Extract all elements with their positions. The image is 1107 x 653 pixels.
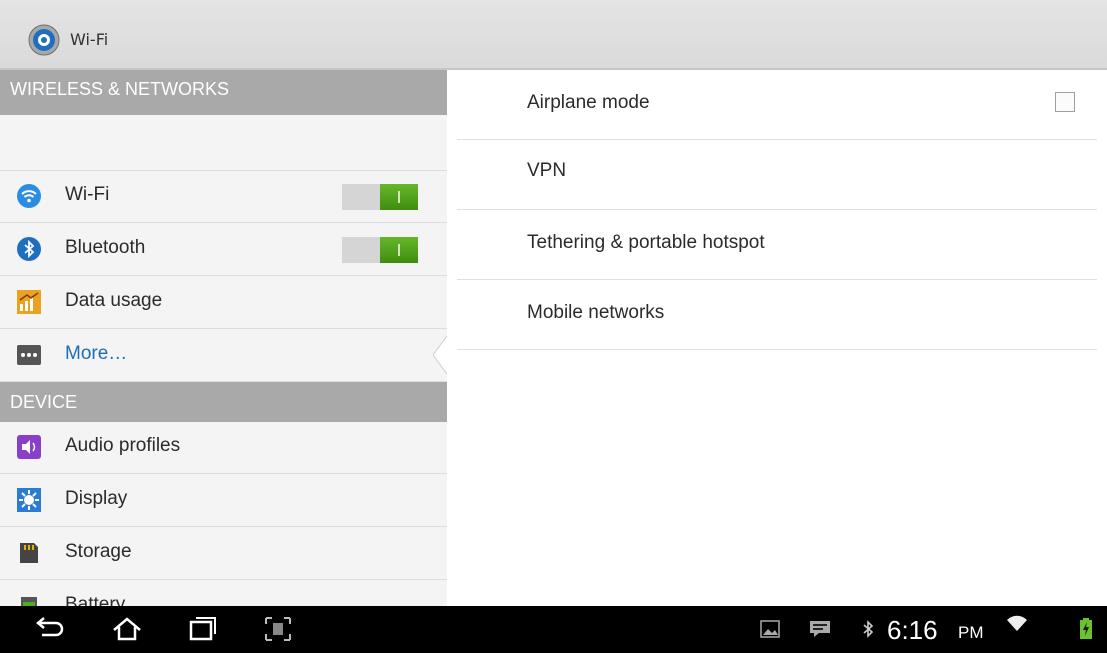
wifi-signal-icon	[1007, 615, 1027, 631]
storage-icon	[20, 543, 38, 563]
sidebar-item-label: Battery	[65, 594, 126, 606]
battery-icon	[21, 597, 37, 606]
home-icon[interactable]	[111, 614, 143, 644]
sidebar-item-label: Audio profiles	[65, 435, 181, 456]
audio-profiles-icon	[17, 435, 41, 459]
sidebar-item-data-usage[interactable]: Data usage	[0, 277, 447, 329]
gallery-notification-icon	[760, 620, 780, 638]
sidebar-item-label: Display	[65, 488, 128, 509]
sidebar-item-label: Wi-Fi	[65, 184, 110, 205]
settings-categories-list: WIRELESS & NETWORKS Wi-Fi Bluetooth Data…	[0, 70, 447, 606]
tethering-label: Tethering & portable hotspot	[527, 232, 765, 253]
bluetooth-toggle[interactable]	[342, 237, 418, 263]
sidebar-item-label: More…	[65, 343, 128, 364]
sidebar-item-wifi[interactable]: Wi-Fi	[0, 171, 447, 223]
recent-apps-icon[interactable]	[187, 614, 219, 644]
blank-row	[0, 115, 447, 171]
sidebar-item-label: Bluetooth	[65, 237, 146, 258]
bluetooth-status-icon	[863, 620, 874, 638]
sidebar-item-label: Data usage	[65, 290, 163, 311]
mobile-networks-row[interactable]: Mobile networks	[457, 280, 1097, 350]
more-settings-pane: Airplane mode VPN Tethering & portable h…	[447, 70, 1107, 606]
system-nav-bar: 6:16 PM	[0, 606, 1107, 653]
sidebar-item-audio-profiles[interactable]: Audio profiles	[0, 422, 447, 474]
sidebar-item-more[interactable]: More…	[0, 330, 447, 382]
message-notification-icon	[810, 621, 830, 637]
more-icon	[17, 345, 41, 365]
wifi-toggle[interactable]	[342, 184, 418, 210]
airplane-mode-label: Airplane mode	[527, 92, 650, 113]
sidebar-item-label: Storage	[65, 541, 132, 562]
data-usage-icon	[17, 290, 41, 314]
sidebar-item-display[interactable]: Display	[0, 475, 447, 527]
clock-ampm: PM	[958, 623, 984, 642]
vpn-label: VPN	[527, 160, 567, 181]
sidebar-item-bluetooth[interactable]: Bluetooth	[0, 224, 447, 276]
action-bar-title: Wi-Fi	[70, 30, 109, 49]
clock-time: 6:16	[887, 615, 938, 645]
settings-gear-icon[interactable]	[27, 23, 61, 57]
bluetooth-icon	[17, 237, 41, 261]
action-bar: Wi-Fi	[0, 0, 1107, 70]
sidebar-item-battery[interactable]: Battery	[0, 581, 447, 606]
airplane-mode-checkbox[interactable]	[1055, 92, 1075, 112]
screenshot-icon[interactable]	[262, 614, 294, 644]
selection-arrow	[433, 336, 447, 374]
section-header-device: DEVICE	[0, 382, 447, 422]
display-icon	[17, 488, 41, 512]
vpn-row[interactable]: VPN	[457, 140, 1097, 210]
sidebar-item-storage[interactable]: Storage	[0, 528, 447, 580]
mobile-networks-label: Mobile networks	[527, 302, 665, 323]
battery-charging-icon	[1080, 618, 1092, 639]
tethering-row[interactable]: Tethering & portable hotspot	[457, 210, 1097, 280]
wifi-icon	[17, 184, 41, 208]
back-icon[interactable]	[34, 614, 66, 644]
airplane-mode-row[interactable]: Airplane mode	[457, 70, 1097, 140]
section-header-wireless: WIRELESS & NETWORKS	[0, 70, 447, 115]
